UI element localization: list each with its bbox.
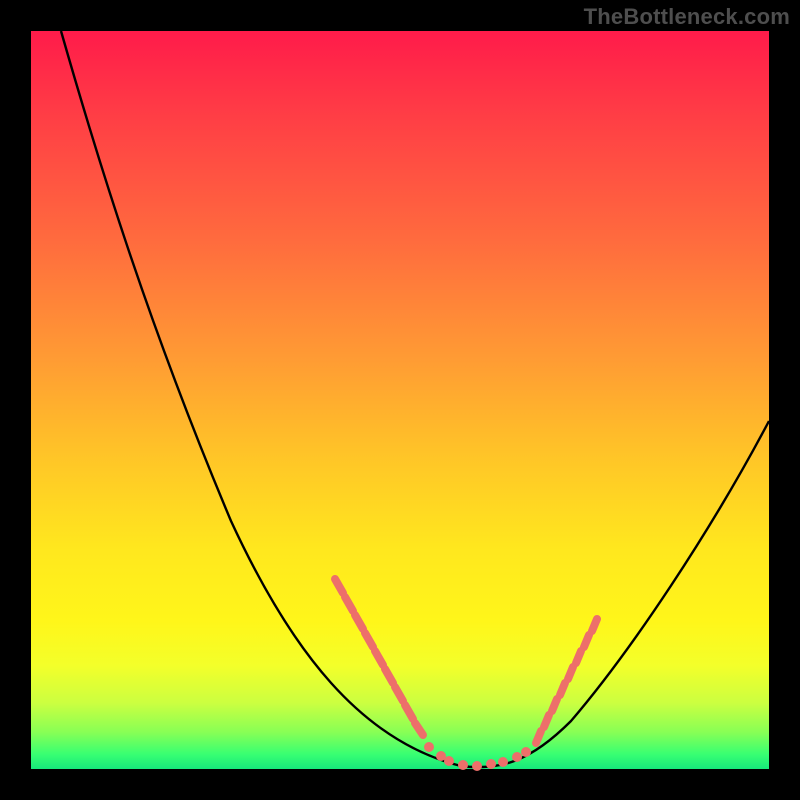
marker-cluster-left <box>335 579 423 735</box>
bottleneck-curve <box>31 31 769 769</box>
curve-path <box>61 31 769 767</box>
marker-cluster-valley <box>424 742 531 771</box>
chart-frame: TheBottleneck.com <box>0 0 800 800</box>
watermark-text: TheBottleneck.com <box>584 4 790 30</box>
plot-area <box>31 31 769 769</box>
